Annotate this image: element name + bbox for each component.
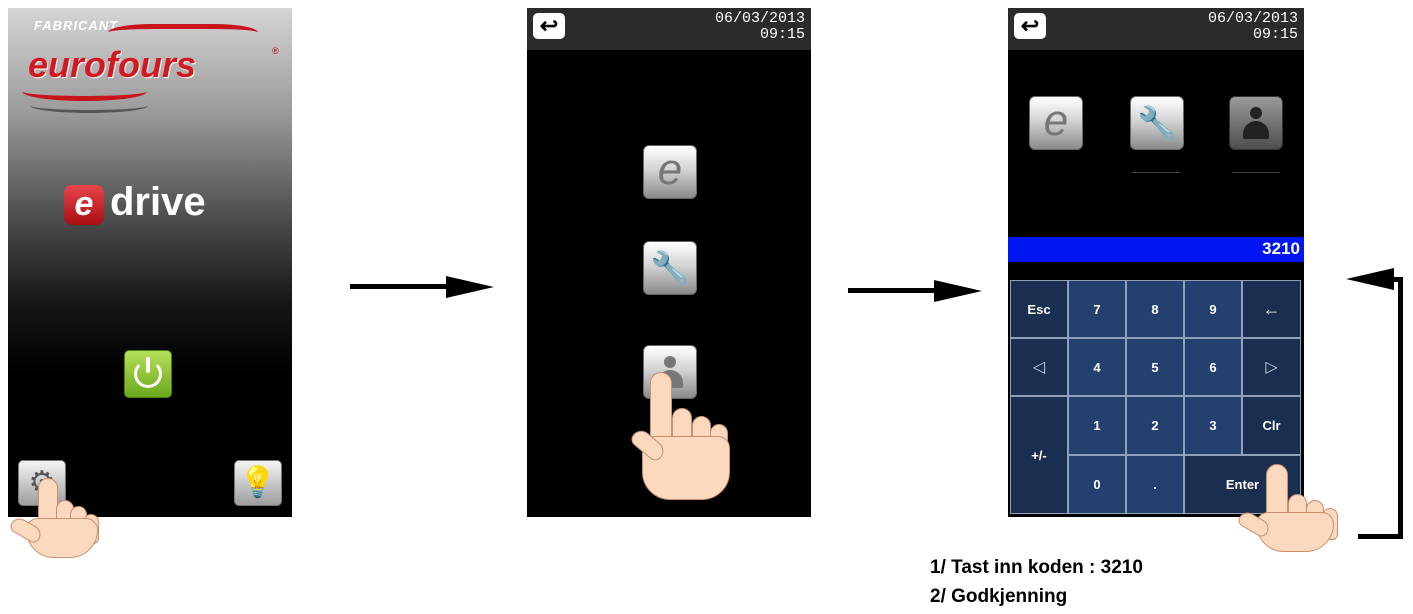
service-menu-button[interactable]: 🔧 — [643, 241, 697, 295]
datetime: 06/03/2013 09:15 — [1208, 11, 1298, 43]
wrench-icon: 🔧 — [650, 250, 690, 286]
e-menu-button[interactable]: e — [643, 145, 697, 199]
wrench-icon: 🔧 — [1137, 105, 1177, 141]
divider — [1232, 172, 1280, 173]
key-6[interactable]: 6 — [1184, 338, 1242, 396]
cursor-left-key[interactable]: ◁ — [1010, 338, 1068, 396]
backspace-key[interactable]: ← — [1242, 280, 1301, 338]
maker-label: FABRICANT — [34, 18, 119, 33]
e-logo-icon: e — [1043, 96, 1069, 145]
pointing-hand-icon — [628, 372, 732, 502]
pointing-hand-icon — [6, 478, 106, 558]
key-7[interactable]: 7 — [1068, 280, 1126, 338]
instruction-step-2: 2/ Godkjenning — [930, 586, 1068, 607]
instruction-step-1: 1/ Tast inn koden : 3210 — [930, 557, 1143, 578]
clear-key[interactable]: Clr — [1242, 396, 1301, 455]
pointing-hand-icon — [1234, 464, 1338, 552]
top-bar: ↩ 06/03/2013 09:15 — [1008, 8, 1304, 50]
light-bulb-icon: 💡 — [239, 466, 277, 499]
decimal-key[interactable]: . — [1126, 455, 1184, 514]
cursor-right-key[interactable]: ▷ — [1242, 338, 1301, 396]
code-entry-screen: ↩ 06/03/2013 09:15 e 🔧 3210 Esc 7 8 9 ← … — [1008, 8, 1304, 517]
splash-screen: FABRICANT eurofours ® e drive ⚙ 💡 — [8, 8, 292, 517]
light-button[interactable]: 💡 — [234, 460, 282, 506]
registered-mark: ® — [272, 46, 279, 56]
key-3[interactable]: 3 — [1184, 396, 1242, 455]
e-logo-icon: e — [64, 185, 104, 225]
key-9[interactable]: 9 — [1184, 280, 1242, 338]
flow-arrow-head — [934, 280, 982, 302]
datetime: 06/03/2013 09:15 — [715, 11, 805, 43]
return-arrow — [1358, 534, 1403, 539]
logo-swoosh — [108, 24, 258, 41]
power-button[interactable] — [124, 350, 172, 398]
back-button[interactable]: ↩ — [1014, 13, 1046, 39]
service-menu-button[interactable]: 🔧 — [1130, 96, 1184, 150]
flow-arrow — [848, 288, 938, 293]
user-menu-button[interactable] — [1229, 96, 1283, 150]
code-value: 3210 — [1262, 239, 1300, 258]
return-arrow — [1398, 277, 1403, 539]
logo-swoosh — [30, 98, 148, 113]
flow-arrow-head — [446, 276, 494, 298]
brand-logo: eurofours — [28, 44, 197, 85]
return-arrow-head — [1346, 268, 1394, 290]
e-menu-button[interactable]: e — [1029, 96, 1083, 150]
code-input-bar[interactable]: 3210 — [1008, 237, 1304, 262]
esc-key[interactable]: Esc — [1010, 280, 1068, 338]
key-0[interactable]: 0 — [1068, 455, 1126, 514]
time: 09:15 — [759, 26, 805, 43]
e-logo-icon: e — [657, 145, 683, 194]
flow-arrow — [350, 284, 450, 289]
back-button[interactable]: ↩ — [533, 13, 565, 39]
divider — [1132, 172, 1180, 173]
date: 06/03/2013 — [714, 10, 805, 27]
product-name: drive — [110, 180, 206, 224]
plus-minus-key[interactable]: +/- — [1010, 396, 1068, 514]
key-4[interactable]: 4 — [1068, 338, 1126, 396]
date: 06/03/2013 — [1207, 10, 1298, 27]
key-2[interactable]: 2 — [1126, 396, 1184, 455]
key-8[interactable]: 8 — [1126, 280, 1184, 338]
top-bar: ↩ 06/03/2013 09:15 — [527, 8, 811, 50]
time: 09:15 — [1252, 26, 1298, 43]
user-icon — [1241, 107, 1271, 141]
instructions: 1/ Tast inn koden : 3210 2/ Godkjenning — [930, 553, 1143, 611]
key-5[interactable]: 5 — [1126, 338, 1184, 396]
key-1[interactable]: 1 — [1068, 396, 1126, 455]
